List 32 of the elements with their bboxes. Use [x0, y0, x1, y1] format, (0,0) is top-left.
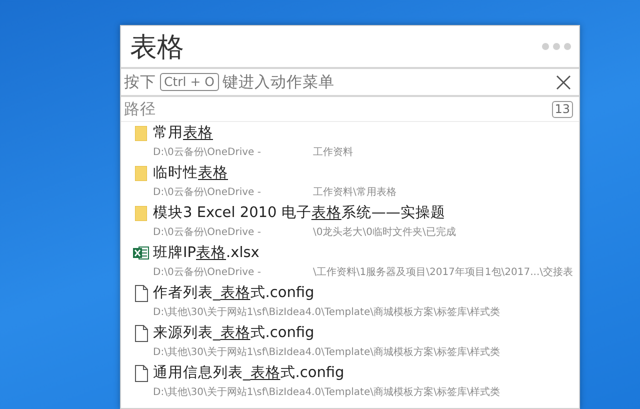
path-text: D:\0云备份\OneDrive -: [153, 186, 262, 200]
column-header: 路径: [124, 98, 156, 120]
folder-icon: [135, 126, 147, 141]
result-name[interactable]: 临时性表格: [153, 164, 579, 183]
path-text: D:\0云备份\OneDrive -: [153, 146, 262, 160]
path-text: 工作资料\常用表格: [313, 186, 396, 200]
window-title: 表格: [130, 30, 184, 64]
path-text: D:\其他\30\关于网站1\sf\BizIdea4.0\Template\商城模板方案\标签库\样式类: [153, 306, 500, 320]
hint-text: 键进入动作菜单: [222, 72, 335, 92]
folder-icon: [135, 206, 147, 221]
close-icon[interactable]: [556, 74, 571, 90]
file-icon: [134, 284, 148, 302]
path-text: \0龙头老大\0临时文件夹\已完成: [313, 226, 456, 240]
file-icon: [134, 364, 148, 382]
count-badge: 13: [552, 100, 573, 118]
path-text: D:\0云备份\OneDrive -: [153, 266, 262, 280]
shortcut-key: Ctrl + O: [160, 73, 219, 91]
folder-icon: [135, 166, 147, 181]
result-name[interactable]: 来源列表_表格式.config: [153, 324, 579, 343]
file-icon: [134, 324, 148, 342]
hint-text: 按下: [124, 72, 156, 92]
path-text: \工作资料\1服务器及项目\2017年项目1包\2017...\交接表: [313, 266, 574, 280]
path-text: D:\0云备份\OneDrive -: [153, 226, 262, 240]
result-name[interactable]: 通用信息列表_表格式.config: [153, 364, 579, 383]
result-name[interactable]: 作者列表_表格式.config: [153, 284, 579, 303]
path-text: 工作资料: [313, 146, 353, 160]
result-name[interactable]: 班牌IP表格.xlsx: [153, 244, 579, 263]
path-text: D:\其他\30\关于网站1\sf\BizIdea4.0\Template\商城模板方案\标签库\样式类: [153, 346, 500, 360]
result-name[interactable]: 常用表格: [153, 124, 579, 143]
path-text: D:\其他\30\关于网站1\sf\BizIdea4.0\Template\商城模板方案\标签库\样式类: [153, 386, 500, 400]
result-name[interactable]: 模块3 Excel 2010 电子表格系统——实操题: [153, 204, 579, 223]
spreadsheet-icon: [133, 246, 149, 260]
